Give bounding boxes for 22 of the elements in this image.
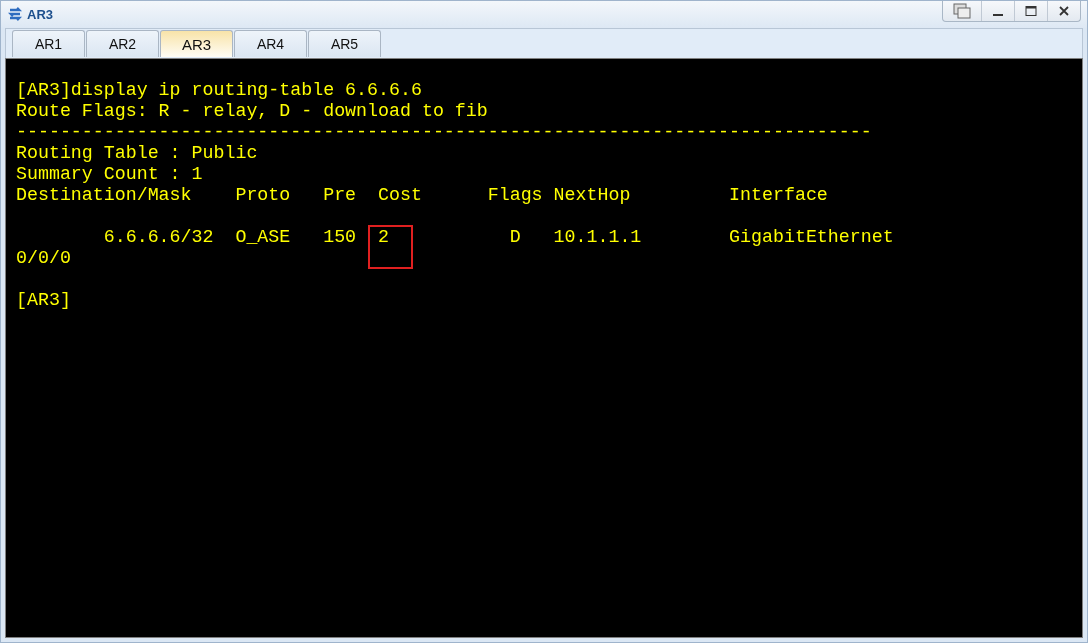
close-icon (1058, 5, 1070, 17)
terminal-line: 0/0/0 (16, 248, 72, 269)
terminal-line: Route Flags: R - relay, D - download to fib (16, 101, 489, 122)
tab[interactable]: AR3 (160, 30, 233, 57)
tab[interactable]: AR5 (308, 30, 381, 57)
app-icon (7, 6, 23, 23)
restore-icon (952, 3, 972, 19)
maximize-icon (1025, 5, 1037, 17)
tab[interactable]: AR2 (86, 30, 159, 57)
highlight-box: 2 (370, 227, 411, 267)
minimize-icon (993, 14, 1003, 16)
terminal-line: [AR3]display ip routing-table 6.6.6.6 (16, 80, 423, 101)
terminal-line: ------------------------------------------------------------------------------ (16, 122, 873, 143)
terminal-line: 6.6.6.6/32 O_ASE 150 (102, 227, 358, 247)
terminal-line: D 10.1.1.1 GigabitEthernet (508, 227, 894, 247)
terminal-line: Routing Table : Public (16, 143, 259, 164)
terminal-line: [AR3] (16, 290, 72, 311)
tab[interactable]: AR4 (234, 30, 307, 57)
tab[interactable]: AR1 (12, 30, 85, 57)
terminal-line: Summary Count : 1 (16, 164, 204, 185)
window-title: AR3 (27, 7, 53, 22)
terminal-line: Destination/Mask Proto Pre Cost Flags NextHop Interface (16, 185, 829, 206)
